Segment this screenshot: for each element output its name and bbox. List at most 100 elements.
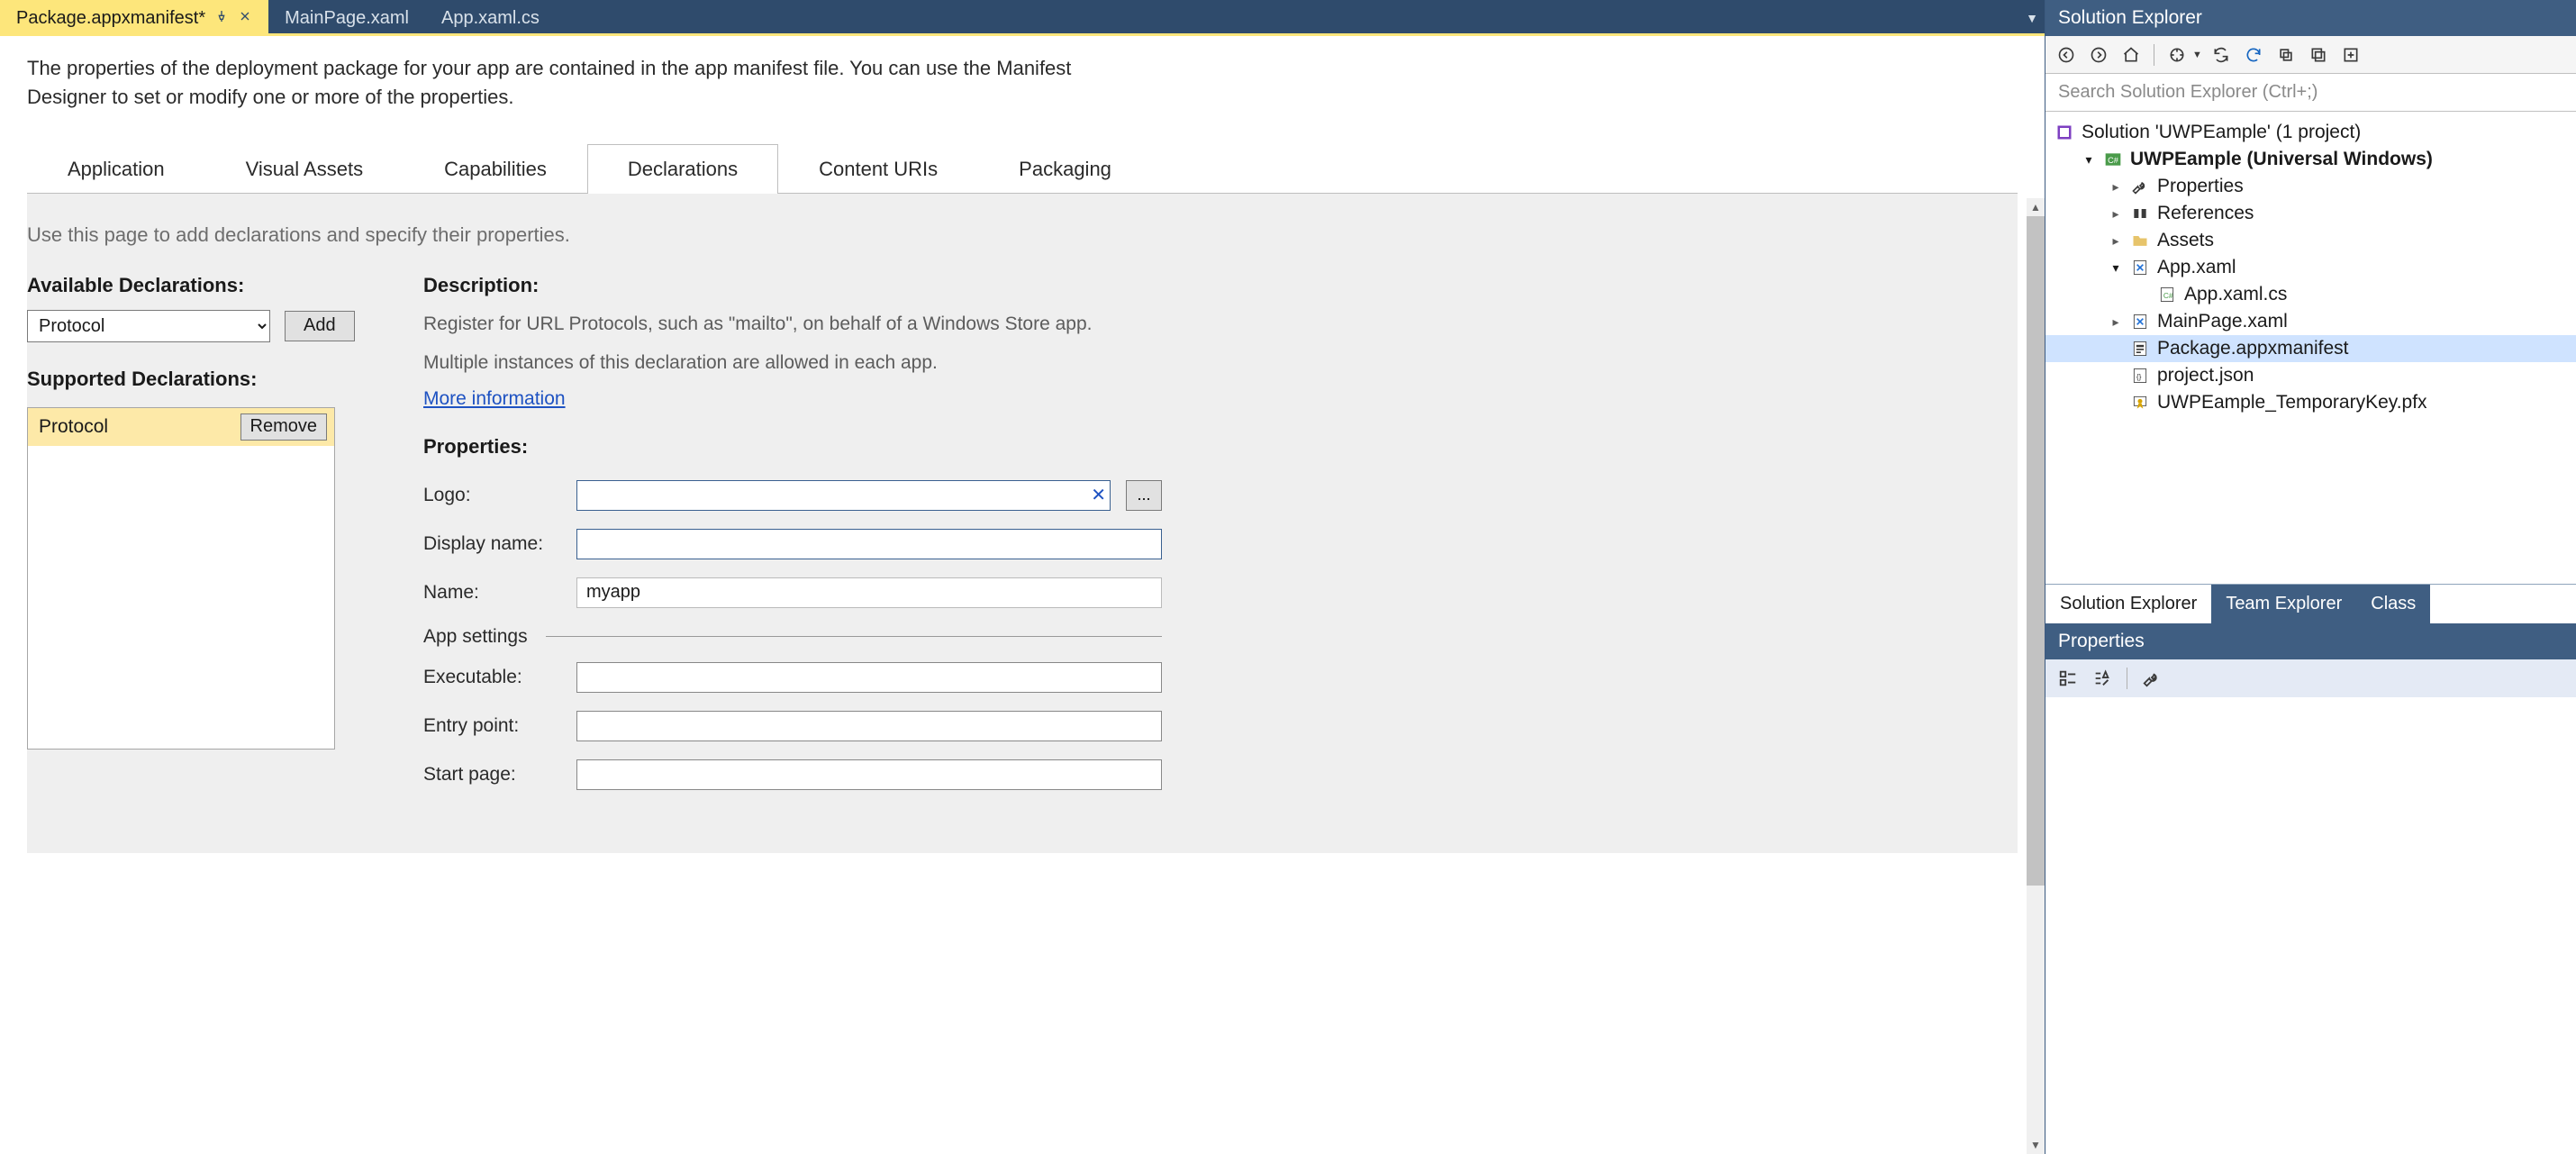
supported-item-label: Protocol xyxy=(39,416,108,438)
alphabetical-icon[interactable] xyxy=(2089,665,2116,692)
json-icon: {} xyxy=(2130,366,2150,386)
available-declarations-select[interactable]: Protocol xyxy=(27,310,270,342)
show-all-files-icon[interactable] xyxy=(2305,41,2332,68)
clear-icon[interactable]: ✕ xyxy=(1091,484,1106,506)
tree-item-label: UWPEample_TemporaryKey.pfx xyxy=(2157,392,2427,413)
categorized-icon[interactable] xyxy=(2054,665,2082,692)
sync-icon[interactable] xyxy=(2208,41,2235,68)
chevron-down-icon[interactable] xyxy=(2082,152,2096,168)
description-line-1: Register for URL Protocols, such as "mai… xyxy=(423,310,1162,339)
designer-intro-text: The properties of the deployment package… xyxy=(27,54,1108,112)
name-label: Name: xyxy=(423,582,576,604)
tree-item-label: App.xaml.cs xyxy=(2184,284,2287,305)
tab-label: Package.appxmanifest* xyxy=(16,8,205,29)
properties-icon[interactable] xyxy=(2337,41,2364,68)
logo-input[interactable] xyxy=(576,480,1111,511)
declarations-right-column: Description: Register for URL Protocols,… xyxy=(423,274,1162,799)
close-icon[interactable] xyxy=(238,9,252,28)
description-heading: Description: xyxy=(423,274,1162,297)
tree-item[interactable]: App.xaml xyxy=(2045,254,2576,281)
chevron-down-icon[interactable] xyxy=(2109,260,2123,276)
tab-mainpage-xaml[interactable]: MainPage.xaml xyxy=(268,0,425,36)
tree-project-node[interactable]: C# UWPEample (Universal Windows) xyxy=(2045,146,2576,173)
refresh-icon[interactable] xyxy=(2240,41,2267,68)
tree-item[interactable]: Assets xyxy=(2045,227,2576,254)
solution-explorer-search-input[interactable] xyxy=(2045,74,2576,111)
executable-input[interactable] xyxy=(576,662,1162,693)
back-icon[interactable] xyxy=(2053,41,2080,68)
tree-item[interactable]: UWPEample_TemporaryKey.pfx xyxy=(2045,389,2576,416)
description-line-2: Multiple instances of this declaration a… xyxy=(423,349,1162,377)
bottom-tab-solution-explorer[interactable]: Solution Explorer xyxy=(2045,585,2211,623)
bottom-tab-class[interactable]: Class xyxy=(2356,585,2430,623)
designer-scrollbar[interactable]: ▲ ▼ xyxy=(2027,198,2045,1154)
home-icon[interactable] xyxy=(2118,41,2145,68)
svg-text:C#: C# xyxy=(2108,156,2119,165)
add-button[interactable]: Add xyxy=(285,311,355,341)
solution-tree[interactable]: Solution 'UWPEample' (1 project) C# UWPE… xyxy=(2045,112,2576,584)
supported-declarations-list[interactable]: Protocol Remove xyxy=(27,407,335,750)
chevron-right-icon[interactable] xyxy=(2109,179,2123,195)
tree-solution-node[interactable]: Solution 'UWPEample' (1 project) xyxy=(2045,119,2576,146)
tab-app-xaml-cs[interactable]: App.xaml.cs xyxy=(425,0,556,36)
tree-item-label: App.xaml xyxy=(2157,257,2236,278)
subtab-visual-assets[interactable]: Visual Assets xyxy=(205,144,404,194)
tree-item-label: MainPage.xaml xyxy=(2157,311,2288,332)
subtab-declarations[interactable]: Declarations xyxy=(587,144,778,194)
wrench-icon[interactable] xyxy=(2138,665,2165,692)
refs-icon xyxy=(2130,204,2150,223)
divider-line xyxy=(546,636,1162,637)
document-tab-strip: Package.appxmanifest* MainPage.xaml App.… xyxy=(0,0,2045,36)
entry-point-label: Entry point: xyxy=(423,715,576,737)
subtab-packaging[interactable]: Packaging xyxy=(978,144,1152,194)
solution-icon xyxy=(2054,123,2074,142)
remove-button[interactable]: Remove xyxy=(240,413,327,441)
subtab-application[interactable]: Application xyxy=(27,144,205,194)
supported-declarations-heading: Supported Declarations: xyxy=(27,368,369,391)
tree-item[interactable]: References xyxy=(2045,200,2576,227)
wrench-icon xyxy=(2130,177,2150,196)
solution-explorer-search xyxy=(2045,74,2576,112)
scope-icon[interactable] xyxy=(2163,41,2191,68)
collapse-all-icon[interactable] xyxy=(2272,41,2299,68)
subtab-content-uris[interactable]: Content URIs xyxy=(778,144,978,194)
start-page-input[interactable] xyxy=(576,759,1162,790)
properties-heading: Properties: xyxy=(423,435,1162,459)
more-information-link[interactable]: More information xyxy=(423,388,566,409)
tree-item-label: Package.appxmanifest xyxy=(2157,338,2348,359)
tab-label: MainPage.xaml xyxy=(285,8,409,29)
app-settings-group-label: App settings xyxy=(423,626,528,648)
solution-explorer-title: Solution Explorer xyxy=(2045,0,2576,36)
start-page-label: Start page: xyxy=(423,764,576,786)
name-input[interactable] xyxy=(576,577,1162,608)
tab-package-appxmanifest[interactable]: Package.appxmanifest* xyxy=(0,0,268,36)
available-declarations-heading: Available Declarations: xyxy=(27,274,369,297)
display-name-input[interactable] xyxy=(576,529,1162,559)
tree-item[interactable]: C# App.xaml.cs xyxy=(2045,281,2576,308)
tab-overflow-dropdown-icon[interactable]: ▼ xyxy=(2019,0,2045,36)
subtab-capabilities[interactable]: Capabilities xyxy=(404,144,587,194)
tree-item[interactable]: Properties xyxy=(2045,173,2576,200)
chevron-right-icon[interactable] xyxy=(2109,206,2123,222)
tree-item[interactable]: {} project.json xyxy=(2045,362,2576,389)
forward-icon[interactable] xyxy=(2085,41,2112,68)
tab-label: App.xaml.cs xyxy=(441,8,540,29)
declarations-hint: Use this page to add declarations and sp… xyxy=(27,223,2018,247)
tree-item[interactable]: Package.appxmanifest xyxy=(2045,335,2576,362)
tree-item-label: project.json xyxy=(2157,365,2254,386)
chevron-right-icon[interactable] xyxy=(2109,233,2123,249)
cs-icon: C# xyxy=(2157,285,2177,304)
tree-item[interactable]: MainPage.xaml xyxy=(2045,308,2576,335)
bottom-tab-team-explorer[interactable]: Team Explorer xyxy=(2211,585,2356,623)
browse-button[interactable]: ... xyxy=(1126,480,1162,511)
pin-icon[interactable] xyxy=(214,9,229,28)
chevron-down-icon[interactable]: ▼ xyxy=(2192,50,2202,60)
supported-item-protocol[interactable]: Protocol Remove xyxy=(28,408,334,446)
declarations-left-column: Available Declarations: Protocol Add Sup… xyxy=(27,274,369,799)
display-name-label: Display name: xyxy=(423,533,576,555)
entry-point-input[interactable] xyxy=(576,711,1162,741)
manifest-icon xyxy=(2130,339,2150,359)
solution-explorer-toolbar: ▼ xyxy=(2045,36,2576,74)
xaml-icon xyxy=(2130,258,2150,277)
chevron-right-icon[interactable] xyxy=(2109,314,2123,330)
